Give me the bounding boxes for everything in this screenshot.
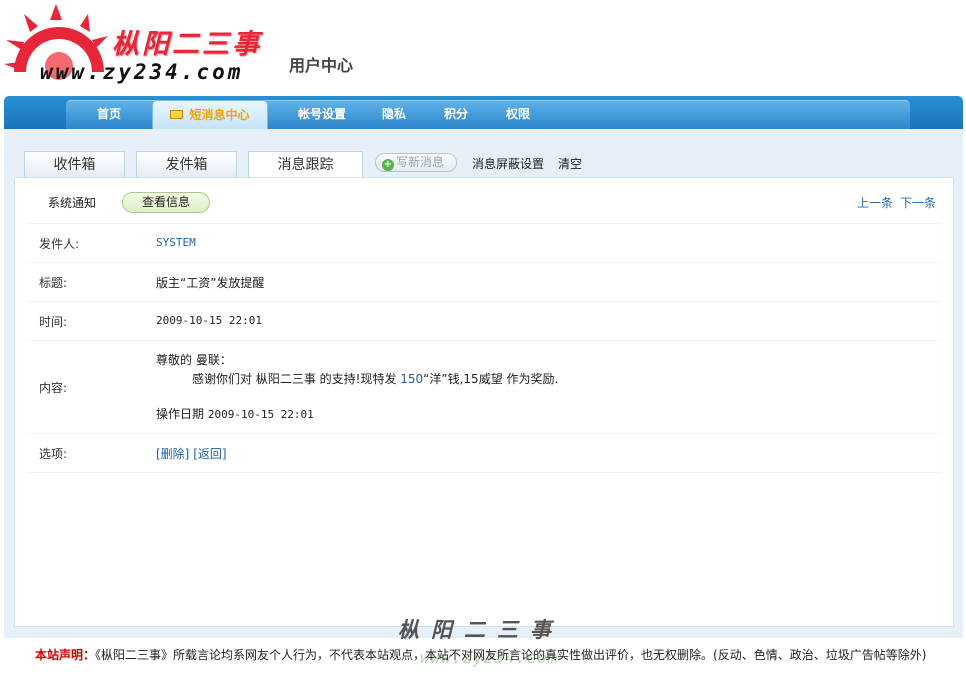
op-date-label: 操作日期 <box>156 407 205 421</box>
body-amount: 150 <box>400 372 424 386</box>
plus-icon: + <box>382 159 394 171</box>
nav-item-label: 帐号设置 <box>297 107 346 121</box>
compose-label: 写新消息 <box>396 155 445 169</box>
main-nav-bar: 首页 短消息中心 帐号设置 隐私 积分 权限 <box>4 96 963 129</box>
site-logo[interactable]: 枞阳二三事 www.zy234.com 用户中心 <box>0 0 420 96</box>
nav-item-messages[interactable]: 短消息中心 <box>152 100 268 129</box>
content-label: 内容: <box>39 381 68 395</box>
site-url: www.zy234.com <box>40 60 244 84</box>
body-text-suffix: “洋”钱,15威望 作为奖励. <box>423 372 559 386</box>
message-body: 感谢你们对 枞阳二三事 的支持!现特发 150“洋”钱,15威望 作为奖励. <box>192 370 558 387</box>
nav-item-label: 积分 <box>443 107 468 121</box>
nav-item-label: 权限 <box>505 107 530 121</box>
nav-item-label: 短消息中心 <box>189 108 250 122</box>
prev-message-link[interactable]: 上一条 <box>857 194 893 211</box>
tab-outbox[interactable]: 发件箱 <box>136 151 237 178</box>
sender-label: 发件人: <box>39 237 80 251</box>
op-date-value: 2009-10-15 22:01 <box>207 408 314 421</box>
options-links: [删除] [返回] <box>156 445 227 462</box>
nav-item-home[interactable]: 首页 <box>72 100 146 129</box>
time-value: 2009-10-15 22:01 <box>156 314 262 327</box>
back-link[interactable]: [返回] <box>193 447 226 461</box>
time-label: 时间: <box>39 315 68 329</box>
divider <box>28 340 940 341</box>
compose-button[interactable]: + 写新消息 <box>375 153 457 172</box>
operation-date: 操作日期 2009-10-15 22:01 <box>156 405 314 422</box>
nav-item-privacy[interactable]: 隐私 <box>374 100 414 129</box>
disclaimer-text: 《枞阳二三事》所载言论均系网友个人行为，不代表本站观点，本站不对网友所言论的真实… <box>95 648 927 662</box>
body-text: 感谢你们对 枞阳二三事 的支持!现特发 <box>192 372 401 386</box>
divider <box>28 223 940 224</box>
nav-item-label: 首页 <box>96 107 121 121</box>
nav-item-permissions[interactable]: 权限 <box>498 100 538 129</box>
disclaimer-label: 本站声明： <box>35 648 96 662</box>
nav-item-account-settings[interactable]: 帐号设置 <box>284 100 360 129</box>
footer-logo: 枞阳二三事 <box>398 617 563 642</box>
site-disclaimer: 本站声明：《枞阳二三事》所载言论均系网友个人行为，不代表本站观点，本站不对网友所… <box>35 646 926 663</box>
subject-label: 标题: <box>39 276 68 290</box>
subject-value: 版主“工资”发放提醒 <box>156 276 265 290</box>
sender-value[interactable]: SYSTEM <box>156 236 196 249</box>
message-panel <box>14 177 954 627</box>
options-label: 选项: <box>39 447 68 461</box>
nav-item-points[interactable]: 积分 <box>436 100 476 129</box>
tab-inbox[interactable]: 收件箱 <box>24 151 125 178</box>
tab-message-tracking[interactable]: 消息跟踪 <box>248 151 363 179</box>
delete-link[interactable]: [删除] <box>156 447 189 461</box>
divider <box>28 472 940 473</box>
nav-item-label: 隐私 <box>381 107 406 121</box>
divider <box>28 433 940 434</box>
mail-icon <box>170 110 184 119</box>
brand-name: 枞阳二三事 <box>112 29 262 60</box>
block-settings-link[interactable]: 消息屏蔽设置 <box>472 155 544 172</box>
message-greeting: 尊敬的 曼联： <box>156 353 232 367</box>
divider <box>28 301 940 302</box>
message-category: 系统通知 <box>48 196 97 210</box>
page-section-title: 用户中心 <box>289 56 354 75</box>
divider <box>28 262 940 263</box>
clear-link[interactable]: 清空 <box>558 155 582 172</box>
view-message-button[interactable]: 查看信息 <box>122 192 210 213</box>
next-message-link[interactable]: 下一条 <box>900 194 936 211</box>
